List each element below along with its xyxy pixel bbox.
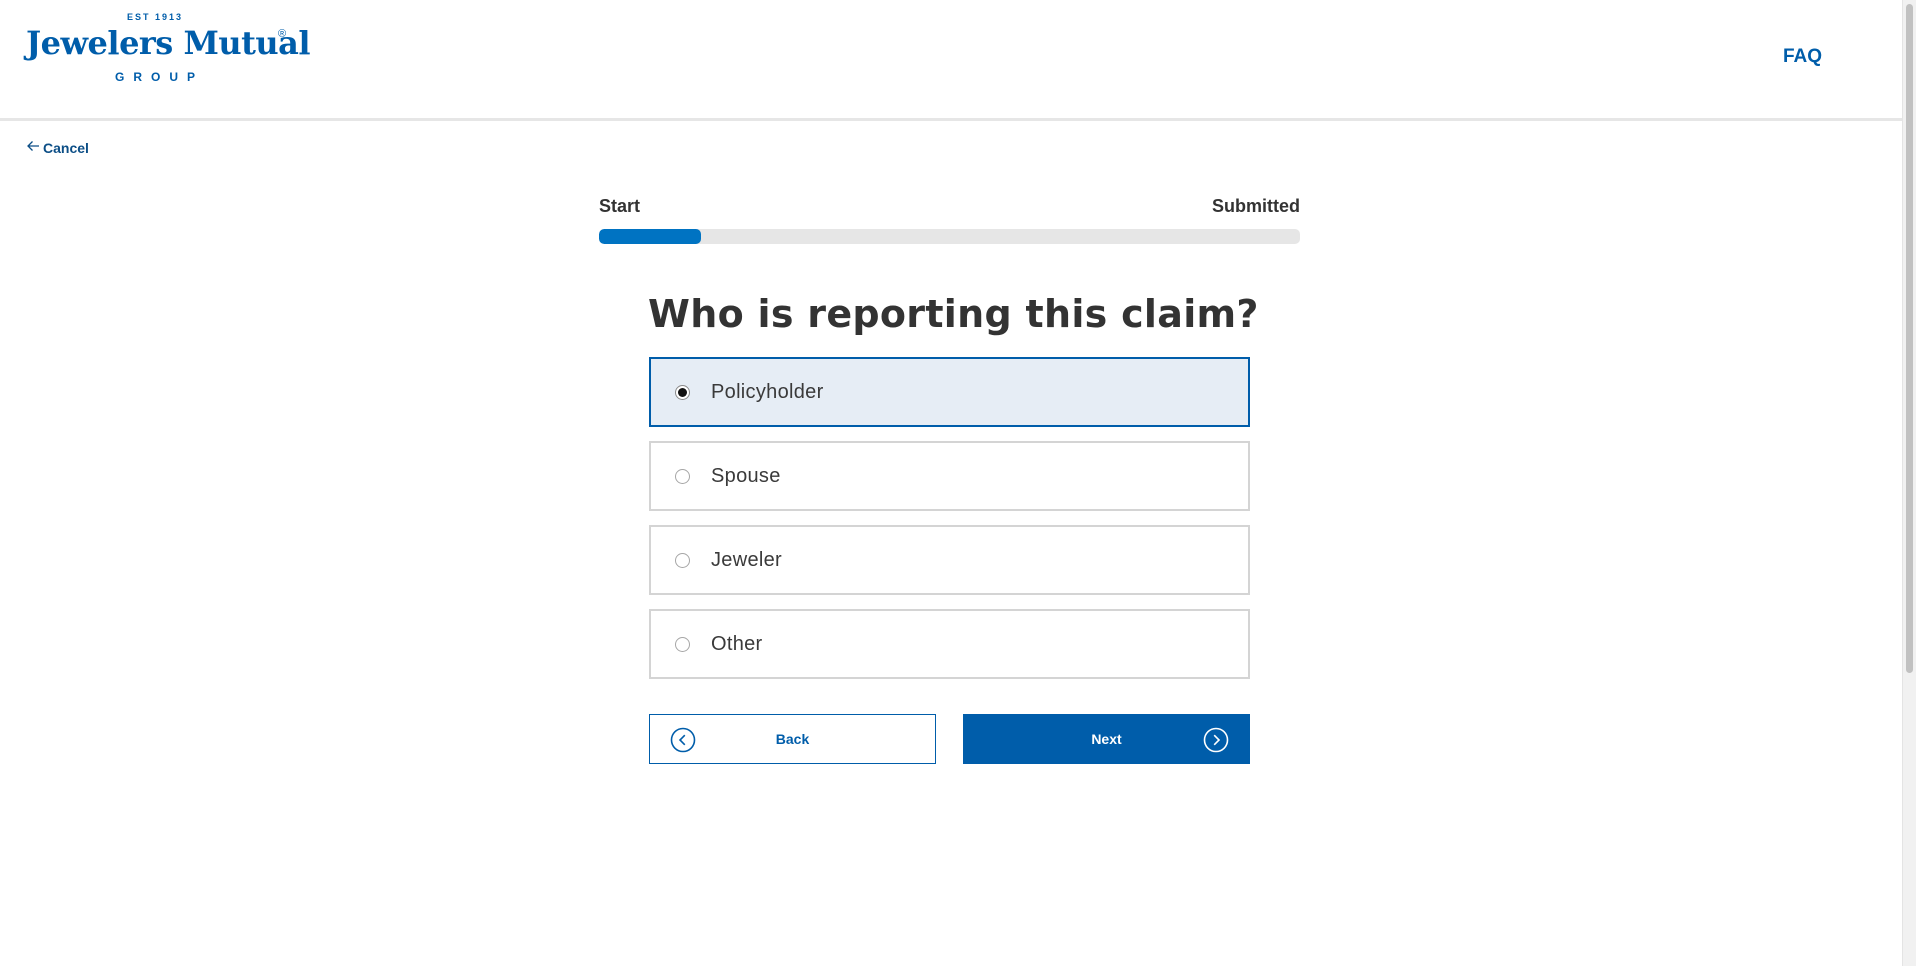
- page-scrollbar[interactable]: [1902, 0, 1916, 966]
- option-label: Jeweler: [711, 548, 783, 571]
- jewelers-mutual-logo[interactable]: EST 1913 Jewelers Mutual ® GROUP: [26, 12, 311, 84]
- progress-start-label: Start: [599, 196, 641, 216]
- progress-track: [599, 229, 1300, 244]
- cancel-label: Cancel: [43, 139, 89, 156]
- claim-progress: Start Submitted: [599, 196, 1300, 244]
- radio-button[interactable]: [675, 636, 690, 652]
- reporter-options: Policyholder Spouse Jeweler Other: [649, 357, 1250, 693]
- chevron-right-circle-icon: [1203, 727, 1229, 753]
- progress-end-label: Submitted: [1212, 196, 1300, 216]
- option-label: Spouse: [711, 464, 781, 487]
- site-header: EST 1913 Jewelers Mutual ® GROUP FAQ: [0, 0, 1902, 121]
- radio-button[interactable]: [675, 468, 690, 484]
- scrollbar-thumb[interactable]: [1906, 4, 1913, 673]
- option-other[interactable]: Other: [649, 609, 1250, 679]
- option-policyholder[interactable]: Policyholder: [649, 357, 1250, 427]
- next-button-label: Next: [1091, 731, 1122, 747]
- logo-est: EST 1913: [126, 12, 184, 22]
- radio-button[interactable]: [675, 384, 690, 400]
- progress-fill: [599, 229, 701, 244]
- logo-group: GROUP: [114, 70, 204, 84]
- question-title: Who is reporting this claim?: [648, 292, 1259, 336]
- radio-button[interactable]: [675, 552, 690, 568]
- option-label: Policyholder: [711, 380, 824, 403]
- back-button-label: Back: [775, 731, 810, 747]
- cancel-link[interactable]: Cancel: [26, 139, 89, 156]
- chevron-left-circle-icon: [670, 727, 696, 753]
- next-button[interactable]: Next: [963, 714, 1250, 764]
- option-label: Other: [711, 632, 763, 655]
- faq-link[interactable]: FAQ: [1783, 46, 1822, 68]
- option-jeweler[interactable]: Jeweler: [649, 525, 1250, 595]
- arrow-left-icon: [26, 139, 40, 156]
- logo-wordmark: Jewelers Mutual: [26, 24, 311, 62]
- option-spouse[interactable]: Spouse: [649, 441, 1250, 511]
- logo-registered-mark: ®: [278, 28, 287, 40]
- back-button[interactable]: Back: [649, 714, 936, 764]
